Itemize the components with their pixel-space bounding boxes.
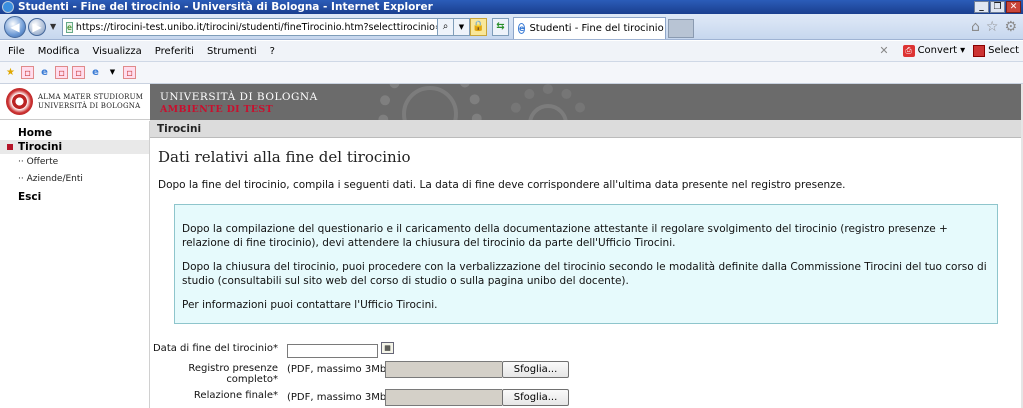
address-dropdown-icon[interactable]: ▼ — [453, 18, 470, 36]
minimize-button[interactable]: _ — [974, 1, 989, 13]
menu-file[interactable]: File — [8, 46, 25, 57]
university-logo[interactable]: ALMA MATER STUDIORUM UNIVERSITÀ DI BOLOG… — [0, 84, 150, 120]
select-button[interactable]: Select — [973, 44, 1019, 57]
convert-dropdown-icon: ▾ — [960, 45, 966, 56]
sidebar-item-esci[interactable]: Esci — [0, 190, 149, 204]
favorites-star-icon[interactable]: ☆ — [986, 19, 999, 35]
relazione-label: Relazione finale* — [193, 390, 278, 401]
logo-text: ALMA MATER STUDIORUM UNIVERSITÀ DI BOLOG… — [38, 93, 143, 111]
info-box: Dopo la compilazione del questionario e … — [174, 204, 998, 324]
registro-label-line-1: Registro presenze — [188, 363, 278, 374]
new-tab-button[interactable] — [668, 19, 694, 38]
menu-help[interactable]: ? — [270, 46, 275, 57]
info-paragraph: Dopo la compilazione del questionario e … — [182, 223, 948, 249]
calendar-icon[interactable]: ▦ — [381, 342, 394, 354]
gear-icon[interactable]: ⚙ — [1004, 19, 1017, 35]
favorites-bar: ★ ▫ e ▫ ▫ e ▼ ▫ — [0, 62, 1023, 84]
breadcrumb: Tirocini — [150, 120, 1023, 138]
forward-button[interactable]: ▶ — [28, 18, 46, 36]
site-icon: e — [66, 21, 73, 33]
ie-icon — [2, 1, 14, 13]
registro-file-field[interactable] — [385, 361, 502, 378]
restore-button[interactable]: ❐ — [990, 1, 1005, 13]
refresh-icon[interactable]: ⇆ — [492, 18, 509, 36]
info-paragraph: Dopo la chiusura del tirocinio, puoi pro… — [182, 261, 987, 287]
favorites-star-icon[interactable]: ★ — [4, 66, 17, 79]
history-dropdown-icon[interactable]: ▼ — [50, 22, 56, 31]
sidebar-item-aziende[interactable]: ·· Aziende/Enti — [0, 171, 149, 188]
sidebar-item-offerte[interactable]: ·· Offerte — [0, 154, 149, 171]
menu-modifica[interactable]: Modifica — [38, 46, 80, 57]
sidebar-item-label: Tirocini — [18, 141, 63, 153]
info-paragraph: Per informazioni puoi contattare l'Uffic… — [182, 299, 438, 311]
menu-bar: File Modifica Visualizza Preferiti Strum… — [0, 41, 1023, 62]
tab-studenti[interactable]: e Studenti - Fine del tirocinio - ... — [513, 17, 666, 39]
close-toolbar-icon[interactable]: ✕ — [879, 44, 888, 57]
relazione-pdf-hint: (PDF, massimo 3Mb) — [287, 392, 391, 403]
page-title: Dati relativi alla fine del tirocinio — [158, 148, 411, 166]
sidebar-nav: Home Tirocini ·· Offerte ·· Aziende/Enti… — [0, 121, 150, 408]
ie-tab-icon: e — [518, 23, 526, 34]
active-bullet-icon — [7, 144, 13, 150]
pdf-convert-icon: ⎙ — [902, 44, 915, 57]
sidebar-item-home[interactable]: Home — [0, 126, 149, 140]
window-title: Studenti - Fine del tirocinio - Universi… — [18, 1, 433, 13]
search-icon[interactable]: ⌕ — [437, 18, 454, 36]
home-icon[interactable]: ⌂ — [971, 19, 980, 35]
relazione-browse-button[interactable]: Sfoglia... — [502, 389, 569, 406]
url-text: https://tirocini-test.unibo.it/tirocini/… — [75, 21, 465, 33]
menu-right-tools: ✕ ⎙ Convert ▾ Select — [879, 44, 1019, 57]
favorite-page-icon[interactable]: ▫ — [72, 66, 85, 79]
convert-button[interactable]: ⎙ Convert ▾ — [902, 44, 966, 57]
favorite-ie-icon[interactable]: e — [38, 66, 51, 79]
registro-label-line-2: completo* — [226, 374, 278, 385]
window-controls: _ ❐ ✕ — [974, 1, 1021, 13]
close-window-button[interactable]: ✕ — [1006, 1, 1021, 13]
window-title-bar: Studenti - Fine del tirocinio - Universi… — [0, 0, 1023, 14]
relazione-file-field[interactable] — [385, 389, 502, 406]
address-bar[interactable]: e https://tirocini-test.unibo.it/tirocin… — [62, 18, 466, 36]
browser-tool-icons: ⌂ ☆ ⚙ — [971, 19, 1017, 35]
sidebar-item-tirocini[interactable]: Tirocini — [0, 140, 149, 154]
menu-preferiti[interactable]: Preferiti — [155, 46, 194, 57]
tab-title: Studenti - Fine del tirocinio - ... — [529, 23, 665, 34]
favorites-dropdown-icon[interactable]: ▼ — [106, 66, 119, 79]
registro-label: Registro presenze completo* — [150, 363, 278, 385]
select-icon — [973, 44, 986, 57]
lock-icon[interactable]: 🔒 — [470, 18, 487, 36]
banner-environment-label: AMBIENTE DI TEST — [160, 104, 273, 115]
logo-line-1: ALMA MATER STUDIORUM — [38, 92, 144, 101]
university-seal-icon — [6, 88, 33, 115]
back-button[interactable]: ◀ — [4, 16, 26, 38]
end-date-input[interactable] — [287, 344, 378, 358]
address-toolbar: ◀ ▶ ▼ e https://tirocini-test.unibo.it/t… — [0, 14, 1023, 40]
logo-line-2: UNIVERSITÀ DI BOLOGNA — [38, 101, 141, 110]
convert-label: Convert — [917, 45, 958, 56]
registro-pdf-hint: (PDF, massimo 3Mb) — [287, 364, 391, 375]
end-date-label: Data di fine del tirocinio* — [152, 343, 278, 354]
menu-visualizza[interactable]: Visualizza — [93, 46, 142, 57]
menu-strumenti[interactable]: Strumenti — [207, 46, 257, 57]
favorite-page-icon[interactable]: ▫ — [123, 66, 136, 79]
header-banner: UNIVERSITÀ DI BOLOGNA AMBIENTE DI TEST — [150, 84, 1023, 120]
favorite-ie-icon[interactable]: e — [89, 66, 102, 79]
favorite-page-icon[interactable]: ▫ — [21, 66, 34, 79]
select-label: Select — [988, 45, 1019, 56]
banner-university-name: UNIVERSITÀ DI BOLOGNA — [160, 91, 318, 103]
registro-browse-button[interactable]: Sfoglia... — [502, 361, 569, 378]
favorite-page-icon[interactable]: ▫ — [55, 66, 68, 79]
intro-text: Dopo la fine del tirocinio, compila i se… — [158, 179, 846, 191]
